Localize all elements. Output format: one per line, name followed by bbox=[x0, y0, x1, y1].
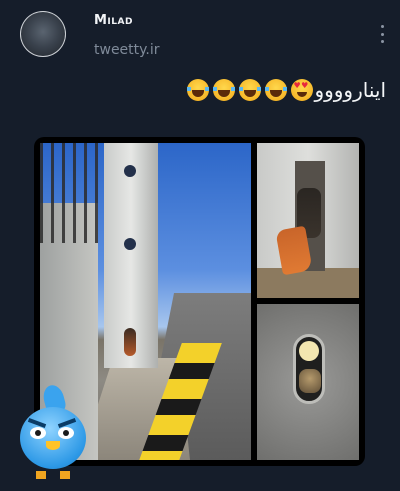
heart-eyes-emoji-icon bbox=[291, 79, 314, 101]
laughing-emoji-icon bbox=[239, 79, 262, 101]
angry-bird-mascot-icon bbox=[14, 382, 92, 485]
pole-hole bbox=[124, 238, 136, 250]
tweet-text-body: ایناروووو bbox=[314, 78, 386, 102]
cat bbox=[124, 328, 136, 356]
fence bbox=[40, 143, 100, 243]
light bbox=[299, 341, 319, 361]
avatar[interactable] bbox=[20, 11, 66, 57]
laughing-emoji-icon bbox=[265, 79, 288, 101]
laughing-emoji-icon bbox=[187, 79, 210, 101]
photo-cat-peeking[interactable] bbox=[257, 304, 359, 460]
cat-face bbox=[299, 369, 321, 393]
username[interactable]: Milad bbox=[94, 13, 133, 28]
pole-hole bbox=[124, 165, 136, 177]
more-options-icon[interactable] bbox=[379, 25, 385, 43]
photo-cat-in-pole[interactable] bbox=[257, 143, 359, 298]
tweet-text: ایناروووو bbox=[184, 78, 386, 102]
ground bbox=[257, 268, 359, 298]
laughing-emoji-icon bbox=[213, 79, 236, 101]
handle[interactable]: tweetty.ir bbox=[94, 42, 160, 58]
pole-opening bbox=[293, 334, 325, 404]
